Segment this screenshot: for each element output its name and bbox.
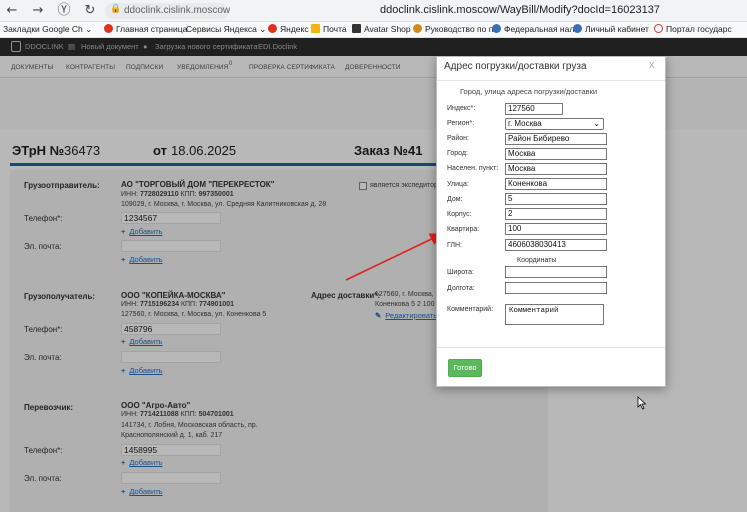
- building-input[interactable]: 2: [505, 208, 607, 220]
- gln-input[interactable]: 4606038030413: [505, 239, 607, 251]
- house-label: Дом:: [447, 196, 463, 203]
- flat-input[interactable]: 100: [505, 223, 607, 235]
- longitude-input[interactable]: [505, 282, 607, 294]
- district-label: Район:: [447, 135, 469, 142]
- index-input[interactable]: 127560: [505, 103, 563, 115]
- longitude-label: Долгота:: [447, 285, 475, 292]
- modal-footer-divider: [437, 347, 665, 348]
- house-input[interactable]: 5: [505, 193, 607, 205]
- index-label: Индекс*:: [447, 105, 476, 112]
- forward-icon[interactable]: →: [30, 3, 46, 19]
- bookmark-item[interactable]: Личный кабинет: [573, 24, 649, 34]
- city-input[interactable]: Москва: [505, 148, 607, 160]
- bookmark-item[interactable]: Федеральная нал: [492, 24, 574, 34]
- gln-label: ГЛН:: [447, 242, 462, 249]
- settlement-input[interactable]: Москва: [505, 163, 607, 175]
- settlement-label: Населен. пункт:: [447, 165, 499, 172]
- lock-icon: 🔒: [110, 4, 122, 14]
- chevron-down-icon: ⌄: [593, 119, 600, 128]
- city-label: Город:: [447, 150, 468, 157]
- reload-icon[interactable]: ↻: [82, 3, 98, 19]
- comment-textarea[interactable]: Комментарий: [505, 304, 604, 325]
- bookmark-item[interactable]: Портал государс: [654, 24, 732, 34]
- street-input[interactable]: Коненкова: [505, 178, 607, 190]
- bookmark-item[interactable]: Почта: [311, 24, 347, 34]
- bookmark-item[interactable]: Руководство по п: [413, 24, 493, 34]
- latitude-label: Широта:: [447, 269, 474, 276]
- address-bar[interactable]: ddoclink.cislink.moscow/WayBill/Modify?d…: [380, 4, 660, 16]
- bookmark-item[interactable]: Сервисы Яндекса ⌄: [186, 24, 266, 35]
- bookmark-item[interactable]: Яндекс: [268, 24, 309, 34]
- done-button[interactable]: Готово: [448, 359, 482, 377]
- yandex-icon[interactable]: Ⓨ: [56, 3, 72, 19]
- mouse-cursor-icon: [637, 396, 647, 410]
- coordinates-title: Координаты: [517, 257, 557, 264]
- comment-label: Комментарий:: [447, 306, 494, 313]
- url-host: ddoclink.cislink.moscow: [124, 5, 231, 16]
- region-label: Регион*:: [447, 120, 475, 127]
- modal-title: Адрес погрузки/доставки груза: [444, 61, 587, 72]
- modal-subtitle: Город, улица адреса погрузки/доставки: [460, 87, 598, 96]
- annotation-arrow: [345, 233, 443, 281]
- latitude-input[interactable]: [505, 266, 607, 278]
- district-input[interactable]: Район Бибирево: [505, 133, 607, 145]
- building-label: Корпус:: [447, 211, 472, 218]
- region-select[interactable]: г. Москва ⌄: [505, 118, 604, 130]
- close-icon[interactable]: x: [649, 59, 655, 71]
- street-label: Улица:: [447, 181, 469, 188]
- back-icon[interactable]: ←: [4, 3, 20, 19]
- bookmark-item[interactable]: Главная страница: [104, 24, 187, 34]
- bookmark-item[interactable]: Закладки Google Ch ⌄: [3, 24, 92, 35]
- flat-label: Квартира:: [447, 226, 480, 233]
- modal-divider: [437, 80, 665, 81]
- bookmark-item[interactable]: Avatar Shop: [352, 24, 411, 34]
